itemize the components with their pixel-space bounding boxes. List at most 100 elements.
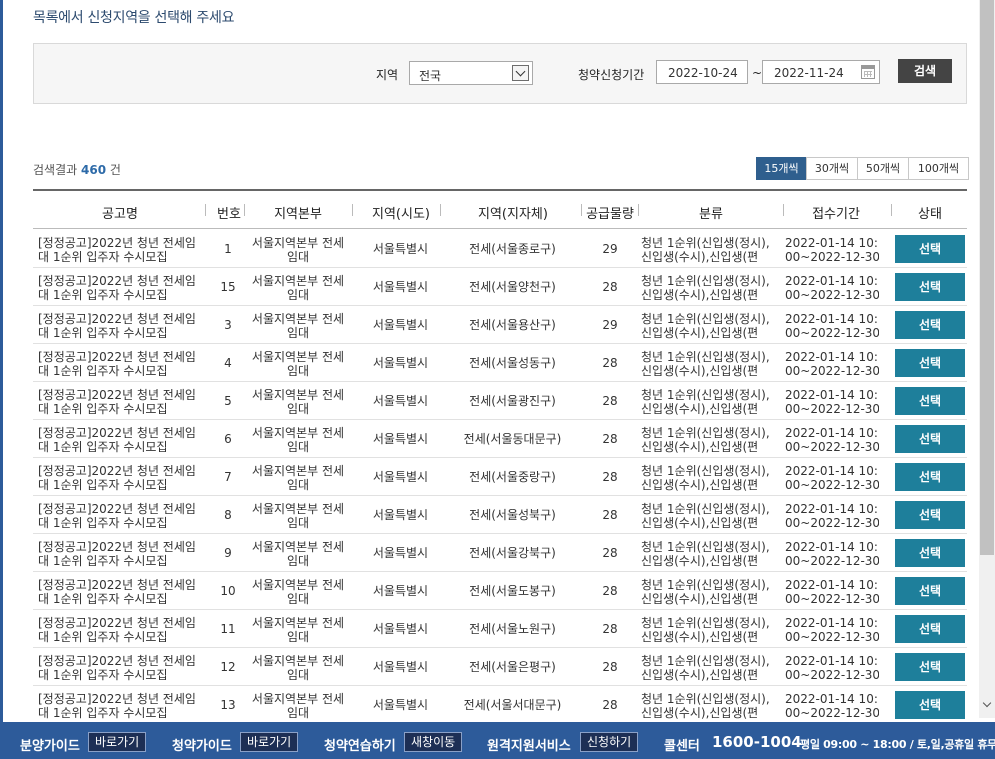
table-header: 공고명 번호 지역본부 지역(시도) 지역(지자체) 공급물량 분류 접수기간 … bbox=[33, 191, 967, 229]
select-button[interactable]: 선택 bbox=[895, 349, 965, 377]
region-sido: 서울특별시 bbox=[372, 660, 429, 674]
tab-per-page-30[interactable]: 30개씩 bbox=[806, 157, 858, 180]
tab-per-page-100[interactable]: 100개씩 bbox=[908, 157, 969, 180]
notice-title[interactable]: [정정공고]2022년 청년 전세임대 1순위 입주자 수시모집 bbox=[38, 502, 203, 530]
select-button[interactable]: 선택 bbox=[895, 235, 965, 263]
category-line: 신입생(수시),신입생(편 bbox=[641, 288, 759, 302]
notice-title[interactable]: [정정공고]2022년 청년 전세임대 1순위 입주자 수시모집 bbox=[38, 350, 203, 378]
category-line: 신입생(수시),신입생(편 bbox=[641, 326, 759, 340]
select-button[interactable]: 선택 bbox=[895, 273, 965, 301]
row-number: 9 bbox=[224, 546, 232, 560]
select-button[interactable]: 선택 bbox=[895, 501, 965, 529]
select-button[interactable]: 선택 bbox=[895, 691, 965, 719]
chevron-down-icon[interactable] bbox=[512, 65, 529, 81]
category: 청년 1순위(신입생(정시), 신입생(수시),신입생(편 bbox=[641, 350, 773, 378]
row-number: 15 bbox=[220, 280, 236, 294]
region-municipality: 전세(서울광진구) bbox=[469, 394, 556, 408]
select-button[interactable]: 선택 bbox=[895, 387, 965, 415]
row-number: 10 bbox=[220, 584, 236, 598]
region-select[interactable]: 전국 bbox=[409, 61, 533, 85]
select-button[interactable]: 선택 bbox=[895, 615, 965, 643]
select-button[interactable]: 선택 bbox=[895, 311, 965, 339]
category: 청년 1순위(신입생(정시), 신입생(수시),신입생(편 bbox=[641, 274, 773, 302]
select-button[interactable]: 선택 bbox=[895, 653, 965, 681]
supply-quantity: 29 bbox=[602, 242, 618, 256]
category-line: 청년 1순위(신입생(정시), bbox=[641, 654, 770, 668]
notice-title[interactable]: [정정공고]2022년 청년 전세임대 1순위 입주자 수시모집 bbox=[38, 426, 203, 454]
column-header: 접수기간 bbox=[812, 207, 860, 222]
table-row: [정정공고]2022년 청년 전세임대 1순위 입주자 수시모집 10 서울지역본부… bbox=[33, 572, 967, 610]
notice-title[interactable]: [정정공고]2022년 청년 전세임대 1순위 입주자 수시모집 bbox=[38, 540, 203, 568]
region-label: 지역 bbox=[376, 68, 399, 82]
tab-per-page-15[interactable]: 15개씩 bbox=[756, 157, 807, 180]
notice-title[interactable]: [정정공고]2022년 청년 전세임대 1순위 입주자 수시모집 bbox=[38, 616, 203, 644]
calendar-icon[interactable] bbox=[861, 65, 875, 79]
date-to-field[interactable]: 2022-11-24 bbox=[762, 60, 880, 84]
footer-sale-guide: 분양가이드 bbox=[20, 739, 80, 754]
region-municipality: 전세(서울강북구) bbox=[469, 546, 556, 560]
column-divider bbox=[891, 204, 892, 216]
category-line: 신입생(수시),신입생(편 bbox=[641, 402, 759, 416]
subscription-guide-link-button[interactable]: 바로가기 bbox=[240, 732, 299, 752]
row-number: 8 bbox=[224, 508, 232, 522]
period-line: 2022-01-14 10: bbox=[785, 350, 878, 364]
result-number: 460 bbox=[81, 163, 107, 177]
regional-hq: 서울지역본부 전세임대 bbox=[251, 540, 345, 568]
regional-hq: 서울지역본부 전세임대 bbox=[251, 654, 345, 682]
column-divider bbox=[440, 204, 441, 216]
supply-quantity: 29 bbox=[602, 318, 618, 332]
vertical-scrollbar[interactable] bbox=[979, 0, 995, 718]
tab-per-page-50[interactable]: 50개씩 bbox=[857, 157, 909, 180]
application-period: 2022-01-14 10: 00~2022-12-30 bbox=[785, 692, 879, 720]
period-line: 2022-01-14 10: bbox=[785, 616, 878, 630]
result-prefix: 검색결과 bbox=[33, 163, 78, 177]
table-row: [정정공고]2022년 청년 전세임대 1순위 입주자 수시모집 8 서울지역본부 … bbox=[33, 496, 967, 534]
result-count: 검색결과 460 건 bbox=[33, 161, 121, 178]
application-period: 2022-01-14 10: 00~2022-12-30 bbox=[785, 578, 879, 606]
supply-quantity: 28 bbox=[602, 394, 618, 408]
notice-title[interactable]: [정정공고]2022년 청년 전세임대 1순위 입주자 수시모집 bbox=[38, 654, 203, 682]
select-button[interactable]: 선택 bbox=[895, 577, 965, 605]
application-period: 2022-01-14 10: 00~2022-12-30 bbox=[785, 464, 879, 492]
period-line: 00~2022-12-30 bbox=[785, 364, 879, 378]
search-button[interactable]: 검색 bbox=[898, 59, 952, 83]
application-period: 2022-01-14 10: 00~2022-12-30 bbox=[785, 388, 879, 416]
supply-quantity: 28 bbox=[602, 584, 618, 598]
page-title: 목록에서 신청지역을 선택해 주세요 bbox=[33, 10, 235, 26]
region-municipality: 전세(서울성북구) bbox=[469, 508, 556, 522]
table-row: [정정공고]2022년 청년 전세임대 1순위 입주자 수시모집 5 서울지역본부 … bbox=[33, 382, 967, 420]
category-line: 신입생(수시),신입생(편 bbox=[641, 516, 759, 530]
category: 청년 1순위(신입생(정시), 신입생(수시),신입생(편 bbox=[641, 464, 773, 492]
notice-title[interactable]: [정정공고]2022년 청년 전세임대 1순위 입주자 수시모집 bbox=[38, 312, 203, 340]
select-button[interactable]: 선택 bbox=[895, 539, 965, 567]
footer-callcenter-label: 콜센터 bbox=[664, 739, 700, 754]
region-sido: 서울특별시 bbox=[372, 394, 429, 408]
notice-title[interactable]: [정정공고]2022년 청년 전세임대 1순위 입주자 수시모집 bbox=[38, 388, 203, 416]
remote-support-apply-button[interactable]: 신청하기 bbox=[580, 732, 639, 752]
select-button[interactable]: 선택 bbox=[895, 463, 965, 491]
regional-hq: 서울지역본부 전세임대 bbox=[251, 616, 345, 644]
select-button[interactable]: 선택 bbox=[895, 425, 965, 453]
period-line: 2022-01-14 10: bbox=[785, 388, 878, 402]
category-line: 청년 1순위(신입생(정시), bbox=[641, 350, 770, 364]
regional-hq: 서울지역본부 전세임대 bbox=[251, 464, 345, 492]
practice-new-window-button[interactable]: 새창이동 bbox=[404, 732, 463, 752]
notice-title[interactable]: [정정공고]2022년 청년 전세임대 1순위 입주자 수시모집 bbox=[38, 692, 203, 720]
date-from-field[interactable]: 2022-10-24 bbox=[656, 60, 748, 84]
result-suffix: 건 bbox=[109, 163, 121, 177]
category-line: 청년 1순위(신입생(정시), bbox=[641, 692, 770, 706]
period-line: 2022-01-14 10: bbox=[785, 540, 878, 554]
period-line: 2022-01-14 10: bbox=[785, 502, 878, 516]
row-number: 1 bbox=[224, 242, 232, 256]
notice-title[interactable]: [정정공고]2022년 청년 전세임대 1순위 입주자 수시모집 bbox=[38, 464, 203, 492]
application-period: 2022-01-14 10: 00~2022-12-30 bbox=[785, 236, 879, 264]
scrollbar-thumb[interactable] bbox=[980, 0, 994, 555]
notice-title[interactable]: [정정공고]2022년 청년 전세임대 1순위 입주자 수시모집 bbox=[38, 578, 203, 606]
region-sido: 서울특별시 bbox=[372, 280, 429, 294]
notice-title[interactable]: [정정공고]2022년 청년 전세임대 1순위 입주자 수시모집 bbox=[38, 274, 203, 302]
category: 청년 1순위(신입생(정시), 신입생(수시),신입생(편 bbox=[641, 236, 773, 264]
scroll-down-arrow-icon[interactable] bbox=[982, 700, 992, 710]
sale-guide-link-button[interactable]: 바로가기 bbox=[88, 732, 147, 752]
notice-title[interactable]: [정정공고]2022년 청년 전세임대 1순위 입주자 수시모집 bbox=[38, 236, 203, 264]
region-sido: 서울특별시 bbox=[372, 508, 429, 522]
